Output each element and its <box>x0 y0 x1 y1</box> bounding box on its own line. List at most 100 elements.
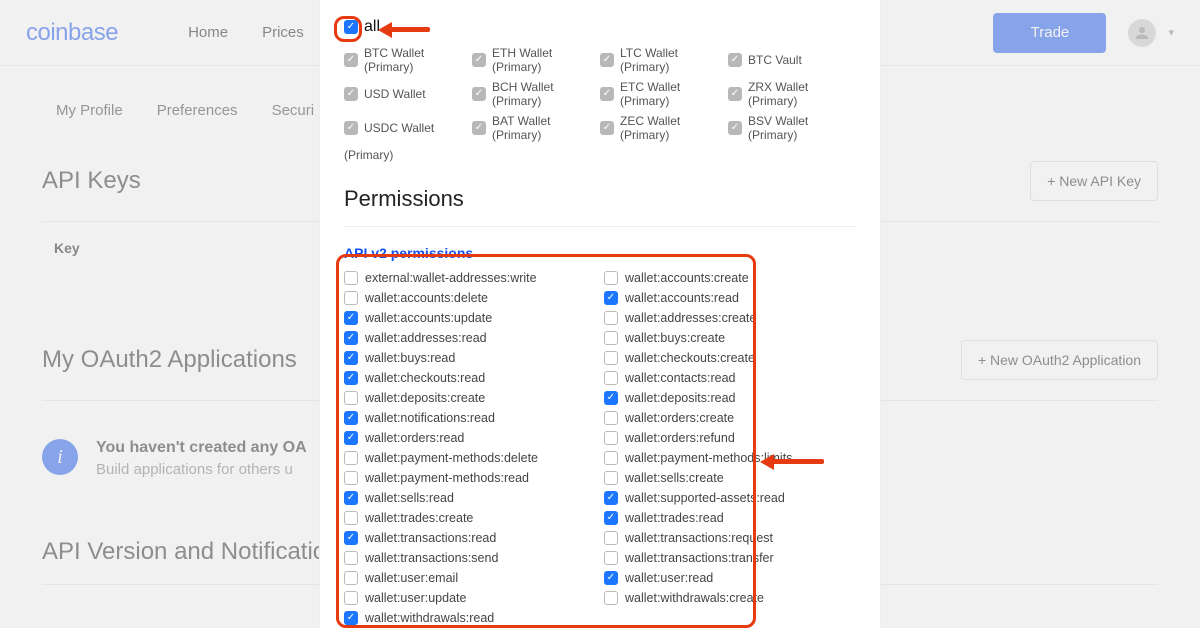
permission-label: wallet:checkouts:create <box>625 351 755 365</box>
permission-checkbox[interactable] <box>344 391 358 405</box>
permission-label: external:wallet-addresses:write <box>365 271 537 285</box>
wallet-checkbox[interactable] <box>728 121 742 135</box>
permission-checkbox[interactable] <box>344 511 358 525</box>
permission-item: wallet:supported-assets:read <box>604 491 856 505</box>
permission-checkbox[interactable] <box>604 591 618 605</box>
wallet-label: ZEC Wallet (Primary) <box>620 114 728 142</box>
permission-label: wallet:orders:read <box>365 431 464 445</box>
permissions-subheading: API v2 permissions <box>344 245 856 261</box>
wallet-item: BAT Wallet (Primary) <box>472 114 600 142</box>
wallet-label: BCH Wallet (Primary) <box>492 80 600 108</box>
wallet-checkbox[interactable] <box>344 53 358 67</box>
wallet-checkbox[interactable] <box>600 87 614 101</box>
wallet-checkbox[interactable] <box>472 87 486 101</box>
permission-checkbox[interactable] <box>604 551 618 565</box>
permission-item: wallet:withdrawals:read <box>344 611 596 625</box>
wallet-label: BTC Vault <box>748 53 802 67</box>
permission-item: wallet:user:email <box>344 571 596 585</box>
permission-item: wallet:payment-methods:limits <box>604 451 856 465</box>
permission-checkbox[interactable] <box>604 471 618 485</box>
wallet-item: LTC Wallet (Primary) <box>600 46 728 74</box>
permission-item: wallet:notifications:read <box>344 411 596 425</box>
wallet-checkbox[interactable] <box>344 87 358 101</box>
permission-checkbox[interactable] <box>344 571 358 585</box>
permission-label: wallet:user:update <box>365 591 466 605</box>
wallet-checkbox[interactable] <box>472 53 486 67</box>
wallet-item: BSV Wallet (Primary) <box>728 114 856 142</box>
permission-item: wallet:addresses:create <box>604 311 856 325</box>
permission-item: wallet:payment-methods:delete <box>344 451 596 465</box>
permission-label: wallet:user:read <box>625 571 713 585</box>
permission-label: wallet:withdrawals:create <box>625 591 764 605</box>
permission-item: wallet:deposits:create <box>344 391 596 405</box>
permission-checkbox[interactable] <box>344 351 358 365</box>
permission-label: wallet:accounts:create <box>625 271 749 285</box>
permission-label: wallet:checkouts:read <box>365 371 485 385</box>
permission-item: wallet:payment-methods:read <box>344 471 596 485</box>
permission-label: wallet:payment-methods:delete <box>365 451 538 465</box>
wallet-checkbox[interactable] <box>728 53 742 67</box>
permission-label: wallet:transactions:read <box>365 531 496 545</box>
permission-checkbox[interactable] <box>344 371 358 385</box>
permission-label: wallet:buys:read <box>365 351 455 365</box>
permission-checkbox[interactable] <box>604 371 618 385</box>
wallet-checkbox[interactable] <box>600 53 614 67</box>
permission-checkbox[interactable] <box>344 591 358 605</box>
permission-checkbox[interactable] <box>344 611 358 625</box>
permission-item: wallet:accounts:create <box>604 271 856 285</box>
permission-checkbox[interactable] <box>604 491 618 505</box>
permission-checkbox[interactable] <box>344 451 358 465</box>
permission-item: external:wallet-addresses:write <box>344 271 596 285</box>
permission-checkbox[interactable] <box>344 331 358 345</box>
permission-checkbox[interactable] <box>344 431 358 445</box>
permission-label: wallet:trades:read <box>625 511 724 525</box>
permission-label: wallet:sells:read <box>365 491 454 505</box>
permission-checkbox[interactable] <box>344 271 358 285</box>
permission-item: wallet:orders:refund <box>604 431 856 445</box>
all-checkbox[interactable] <box>344 20 358 34</box>
permission-checkbox[interactable] <box>344 311 358 325</box>
permission-checkbox[interactable] <box>344 411 358 425</box>
permission-item: wallet:orders:create <box>604 411 856 425</box>
permission-item: wallet:accounts:delete <box>344 291 596 305</box>
permission-item: wallet:transactions:send <box>344 551 596 565</box>
permission-checkbox[interactable] <box>604 351 618 365</box>
permission-checkbox[interactable] <box>344 491 358 505</box>
wallet-checkbox[interactable] <box>600 121 614 135</box>
permission-item: wallet:trades:read <box>604 511 856 525</box>
permission-label: wallet:withdrawals:read <box>365 611 494 625</box>
permission-checkbox[interactable] <box>344 551 358 565</box>
permission-checkbox[interactable] <box>604 311 618 325</box>
permission-checkbox[interactable] <box>604 271 618 285</box>
permission-item: wallet:user:update <box>344 591 596 605</box>
wallet-list: BTC Wallet (Primary)ETH Wallet (Primary)… <box>344 46 856 142</box>
permission-checkbox[interactable] <box>604 431 618 445</box>
permission-label: wallet:payment-methods:read <box>365 471 529 485</box>
permission-checkbox[interactable] <box>604 511 618 525</box>
permission-checkbox[interactable] <box>344 291 358 305</box>
permission-checkbox[interactable] <box>604 411 618 425</box>
permission-label: wallet:addresses:create <box>625 311 756 325</box>
permission-item: wallet:sells:create <box>604 471 856 485</box>
wallet-item: ZEC Wallet (Primary) <box>600 114 728 142</box>
wallet-checkbox[interactable] <box>344 121 358 135</box>
permission-checkbox[interactable] <box>344 531 358 545</box>
wallet-checkbox[interactable] <box>472 121 486 135</box>
permission-label: wallet:addresses:read <box>365 331 487 345</box>
permission-label: wallet:payment-methods:limits <box>625 451 792 465</box>
permission-label: wallet:sells:create <box>625 471 724 485</box>
permission-checkbox[interactable] <box>604 571 618 585</box>
permission-checkbox[interactable] <box>344 471 358 485</box>
permission-label: wallet:buys:create <box>625 331 725 345</box>
wallet-label: LTC Wallet (Primary) <box>620 46 728 74</box>
permission-checkbox[interactable] <box>604 531 618 545</box>
permission-checkbox[interactable] <box>604 291 618 305</box>
permission-label: wallet:deposits:create <box>365 391 485 405</box>
permission-checkbox[interactable] <box>604 451 618 465</box>
wallet-checkbox[interactable] <box>728 87 742 101</box>
permission-item: wallet:transactions:read <box>344 531 596 545</box>
permission-checkbox[interactable] <box>604 331 618 345</box>
permissions-heading: Permissions <box>344 186 856 212</box>
permission-item: wallet:checkouts:create <box>604 351 856 365</box>
permission-checkbox[interactable] <box>604 391 618 405</box>
